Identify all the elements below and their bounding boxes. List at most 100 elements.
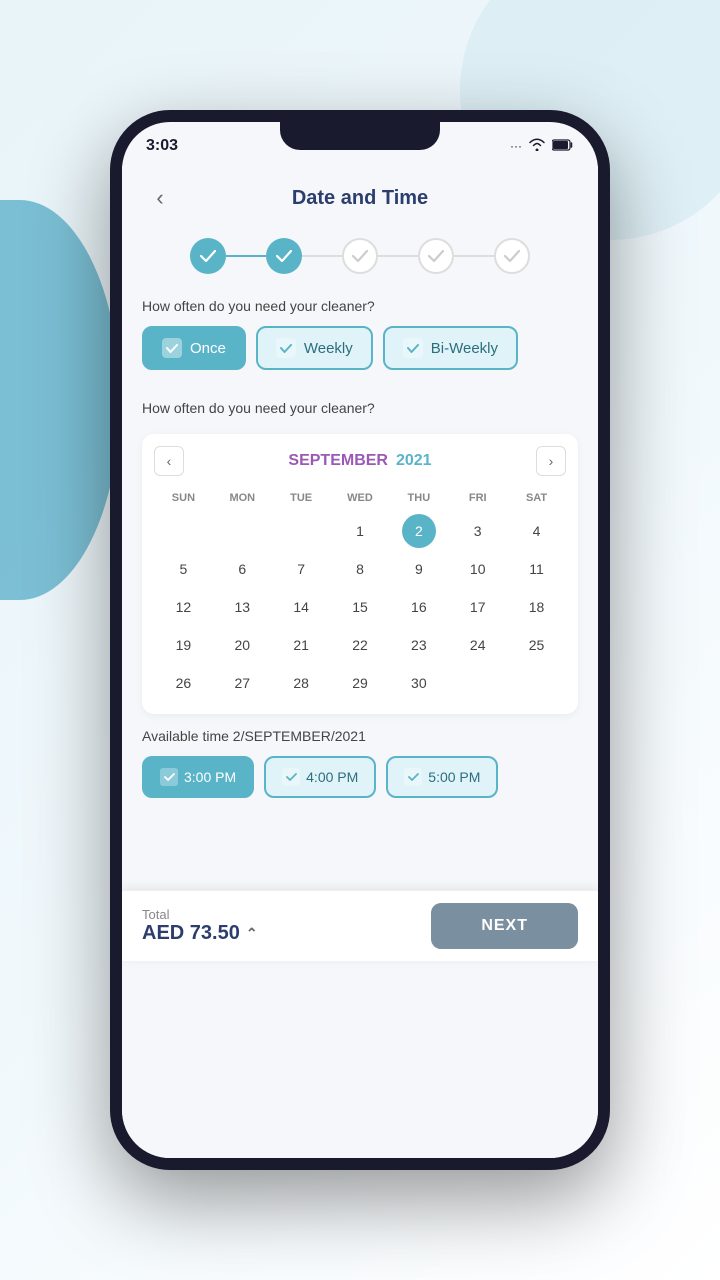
bottom-bar: Total AED 73.50 ⌃ NEXT xyxy=(122,890,598,961)
cal-day-22[interactable]: 22 xyxy=(343,628,377,662)
step-line-3-4 xyxy=(378,255,418,257)
cal-day-13[interactable]: 13 xyxy=(225,590,259,624)
prev-icon: ‹ xyxy=(167,453,172,469)
calendar-year: 2021 xyxy=(396,452,432,470)
cal-day-17[interactable]: 17 xyxy=(461,590,495,624)
battery-icon xyxy=(552,139,574,154)
cal-day-23[interactable]: 23 xyxy=(402,628,436,662)
cal-day-6[interactable]: 6 xyxy=(225,552,259,586)
cal-day-empty xyxy=(520,666,554,700)
cal-day-24[interactable]: 24 xyxy=(461,628,495,662)
step-1 xyxy=(190,238,226,274)
step-3 xyxy=(342,238,378,274)
time-5pm-button[interactable]: 5:00 PM xyxy=(386,756,498,798)
freq-biweekly-button[interactable]: Bi-Weekly xyxy=(383,326,518,370)
cal-day-empty xyxy=(461,666,495,700)
header-tue: TUE xyxy=(272,488,331,512)
signal-icon: ··· xyxy=(510,139,522,153)
step-line-4-5 xyxy=(454,255,494,257)
cal-day-4[interactable]: 4 xyxy=(520,514,554,548)
day-headers-row: SUN MON TUE WED THU FRI SAT xyxy=(154,488,566,512)
cal-day-empty xyxy=(225,514,259,548)
week-2: 5 6 7 8 9 10 11 xyxy=(154,550,566,588)
week-5: 26 27 28 29 30 xyxy=(154,664,566,702)
next-icon: › xyxy=(549,453,554,469)
step-4 xyxy=(418,238,454,274)
cal-day-19[interactable]: 19 xyxy=(166,628,200,662)
time-5pm-label: 5:00 PM xyxy=(428,769,480,785)
next-month-button[interactable]: › xyxy=(536,446,566,476)
phone-content: ‹ Date and Time xyxy=(122,166,598,1158)
week-3: 12 13 14 15 16 17 18 xyxy=(154,588,566,626)
cal-day-1[interactable]: 1 xyxy=(343,514,377,548)
cal-day-empty xyxy=(166,514,200,548)
page-title: Date and Time xyxy=(178,187,542,210)
cal-day-18[interactable]: 18 xyxy=(520,590,554,624)
time-4pm-check xyxy=(282,768,300,786)
next-button[interactable]: NEXT xyxy=(431,903,578,949)
once-check-icon xyxy=(162,338,182,358)
cal-day-15[interactable]: 15 xyxy=(343,590,377,624)
calendar-label-section: How often do you need your cleaner? xyxy=(122,392,598,434)
frequency-grid: Once Weekly Bi-Weekly xyxy=(142,326,578,370)
header-thu: THU xyxy=(389,488,448,512)
biweekly-check-icon xyxy=(403,338,423,358)
once-label: Once xyxy=(190,340,226,357)
cal-day-25[interactable]: 25 xyxy=(520,628,554,662)
status-time: 3:03 xyxy=(146,137,178,155)
total-label: Total xyxy=(142,907,258,922)
time-4pm-button[interactable]: 4:00 PM xyxy=(264,756,376,798)
weekly-check-icon xyxy=(276,338,296,358)
cal-day-9[interactable]: 9 xyxy=(402,552,436,586)
cal-day-5[interactable]: 5 xyxy=(166,552,200,586)
cal-day-14[interactable]: 14 xyxy=(284,590,318,624)
cal-day-2[interactable]: 2 xyxy=(402,514,436,548)
time-4pm-label: 4:00 PM xyxy=(306,769,358,785)
cal-day-16[interactable]: 16 xyxy=(402,590,436,624)
cal-day-27[interactable]: 27 xyxy=(225,666,259,700)
cal-day-10[interactable]: 10 xyxy=(461,552,495,586)
time-3pm-button[interactable]: 3:00 PM xyxy=(142,756,254,798)
cal-day-21[interactable]: 21 xyxy=(284,628,318,662)
calendar-section-label: How often do you need your cleaner? xyxy=(142,400,578,416)
header-wed: WED xyxy=(331,488,390,512)
cal-day-7[interactable]: 7 xyxy=(284,552,318,586)
time-buttons: 3:00 PM 4:00 PM 5:00 PM xyxy=(142,756,578,798)
freq-weekly-button[interactable]: Weekly xyxy=(256,326,373,370)
freq-once-button[interactable]: Once xyxy=(142,326,246,370)
header-fri: FRI xyxy=(448,488,507,512)
time-section-label: Available time 2/SEPTEMBER/2021 xyxy=(142,728,578,744)
cal-day-30[interactable]: 30 xyxy=(402,666,436,700)
time-section: Available time 2/SEPTEMBER/2021 3:00 PM … xyxy=(122,714,598,810)
month-year-display: SEPTEMBER 2021 xyxy=(288,452,431,470)
total-section: Total AED 73.50 ⌃ xyxy=(142,907,258,945)
amount-text: AED 73.50 xyxy=(142,922,240,945)
cal-day-28[interactable]: 28 xyxy=(284,666,318,700)
cal-day-12[interactable]: 12 xyxy=(166,590,200,624)
time-3pm-label: 3:00 PM xyxy=(184,769,236,785)
header-mon: MON xyxy=(213,488,272,512)
cal-day-20[interactable]: 20 xyxy=(225,628,259,662)
calendar-header: ‹ SEPTEMBER 2021 › xyxy=(154,446,566,476)
biweekly-label: Bi-Weekly xyxy=(431,340,498,357)
time-3pm-check xyxy=(160,768,178,786)
header-sun: SUN xyxy=(154,488,213,512)
cal-day-8[interactable]: 8 xyxy=(343,552,377,586)
wifi-icon xyxy=(528,138,546,154)
status-icons: ··· xyxy=(510,138,574,154)
calendar-grid: SUN MON TUE WED THU FRI SAT 1 2 3 4 xyxy=(154,488,566,702)
phone-frame: 3:03 ··· ‹ xyxy=(110,110,610,1170)
prev-month-button[interactable]: ‹ xyxy=(154,446,184,476)
weekly-label: Weekly xyxy=(304,340,353,357)
cal-day-26[interactable]: 26 xyxy=(166,666,200,700)
back-icon: ‹ xyxy=(156,185,163,211)
progress-steps xyxy=(122,230,598,290)
calendar-month: SEPTEMBER xyxy=(288,452,388,470)
caret-up-icon[interactable]: ⌃ xyxy=(246,925,258,942)
cal-day-11[interactable]: 11 xyxy=(520,552,554,586)
notch xyxy=(280,122,440,150)
cal-day-29[interactable]: 29 xyxy=(343,666,377,700)
back-button[interactable]: ‹ xyxy=(142,180,178,216)
cal-day-3[interactable]: 3 xyxy=(461,514,495,548)
week-4: 19 20 21 22 23 24 25 xyxy=(154,626,566,664)
